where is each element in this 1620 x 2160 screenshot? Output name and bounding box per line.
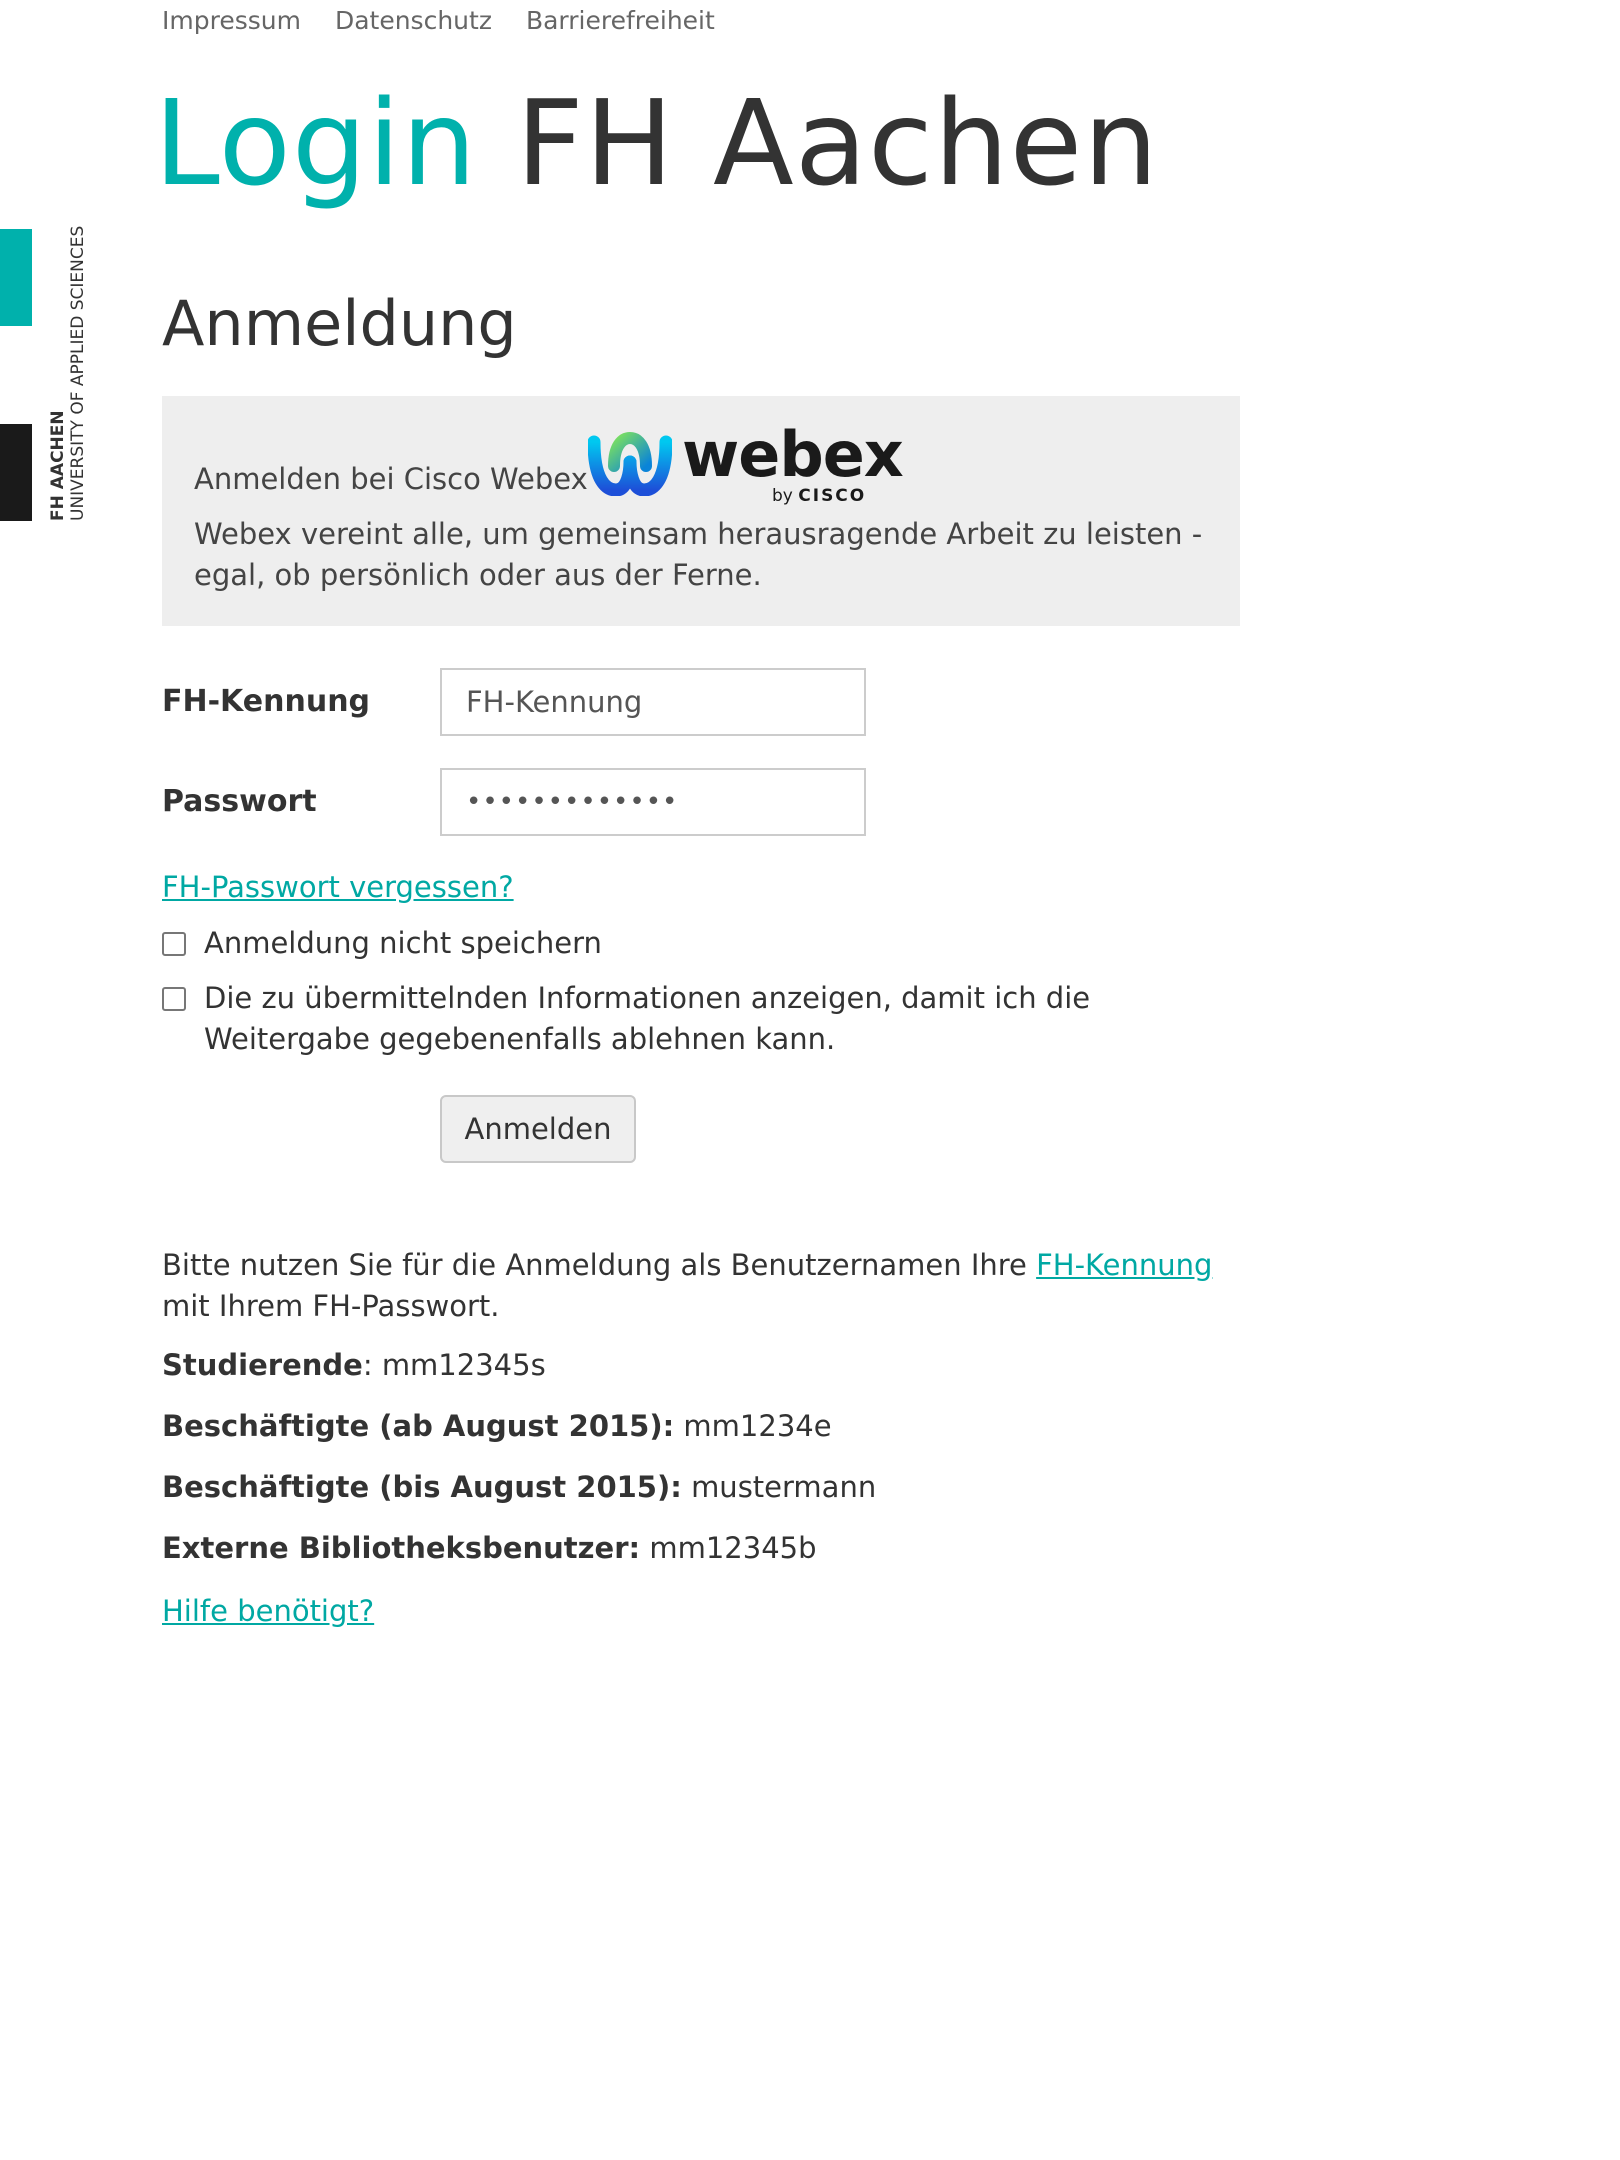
logo-name: FH AACHEN [48, 410, 68, 521]
fh-aachen-logo: FH AACHEN UNIVERSITY OF APPLIED SCIENCES [0, 225, 92, 521]
fh-kennung-link[interactable]: FH-Kennung [1036, 1248, 1212, 1282]
username-help-text: Bitte nutzen Sie für die Anmeldung als B… [162, 1248, 1213, 1323]
dont-save-checkbox[interactable] [162, 932, 186, 956]
page-title-accent: Login [154, 74, 478, 212]
accessibility-link[interactable]: Barrierefreiheit [526, 6, 715, 35]
cisco-wordmark: CISCO [798, 486, 867, 506]
example-staff-old: Beschäftigte (bis August 2015): musterma… [162, 1470, 877, 1504]
username-label: FH-Kennung [162, 684, 371, 719]
login-button[interactable]: Anmelden [440, 1095, 636, 1163]
example-staff-new: Beschäftigte (ab August 2015): mm1234e [162, 1409, 832, 1443]
show-info-label[interactable]: Die zu übermittelnden Informationen anze… [204, 978, 1124, 1060]
example-students: Studierende: mm12345s [162, 1348, 546, 1382]
privacy-link[interactable]: Datenschutz [335, 6, 492, 35]
logo-bar-dark [0, 424, 32, 521]
webex-icon [588, 432, 672, 496]
logo-subtitle: UNIVERSITY OF APPLIED SCIENCES [68, 225, 88, 521]
password-input[interactable]: ••••••••••••• [440, 768, 866, 836]
section-title: Anmeldung [162, 287, 517, 360]
logo-text: FH AACHEN UNIVERSITY OF APPLIED SCIENCES [48, 225, 88, 521]
show-info-checkbox[interactable] [162, 987, 186, 1011]
page-title-rest: FH Aachen [515, 74, 1160, 212]
webex-logo: webex by CISCO [588, 418, 908, 514]
service-info-box: Anmelden bei Cisco Webex webex by CISCO … [162, 396, 1240, 626]
service-label: Anmelden bei Cisco Webex [194, 462, 588, 496]
forgot-password-link[interactable]: FH-Passwort vergessen? [162, 870, 514, 904]
service-description: Webex vereint alle, um gemeinsam herausr… [194, 517, 1203, 592]
username-input[interactable] [440, 668, 866, 736]
webex-wordmark: webex [682, 418, 904, 491]
dont-save-label[interactable]: Anmeldung nicht speichern [204, 923, 602, 964]
imprint-link[interactable]: Impressum [162, 6, 301, 35]
password-label: Passwort [162, 784, 317, 819]
page-title: Login FH Aachen [154, 84, 1159, 202]
example-library-users: Externe Bibliotheksbenutzer: mm12345b [162, 1531, 817, 1565]
top-navigation: Impressum Datenschutz Barrierefreiheit [162, 6, 749, 35]
webex-byline: by CISCO [772, 486, 867, 506]
help-link[interactable]: Hilfe benötigt? [162, 1594, 374, 1628]
logo-bar-teal [0, 229, 32, 326]
